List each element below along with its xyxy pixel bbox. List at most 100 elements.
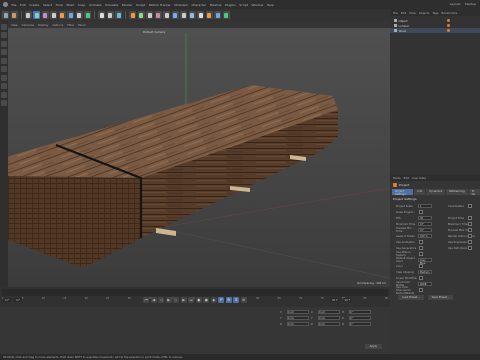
undo-icon-button[interactable] bbox=[2, 11, 9, 19]
texture-mode-icon[interactable] bbox=[1, 40, 7, 47]
attribute-menu-item[interactable]: Edit bbox=[404, 176, 409, 180]
menu-item[interactable]: Sculpt bbox=[136, 3, 145, 7]
world-icon-button[interactable] bbox=[84, 11, 91, 19]
preview-end-field[interactable]: 90 F bbox=[342, 298, 353, 302]
object-manager-menu-item[interactable]: View bbox=[409, 11, 416, 15]
param-key-icon[interactable]: ⊞ bbox=[240, 297, 247, 303]
attribute-checkbox[interactable] bbox=[468, 234, 472, 238]
menu-item[interactable]: Plugins bbox=[225, 3, 236, 7]
menu-item[interactable]: Edit bbox=[20, 3, 26, 7]
next-key-icon[interactable]: ▶ bbox=[180, 297, 187, 303]
material-tag-icon[interactable] bbox=[446, 19, 450, 22]
material-tag-icon[interactable] bbox=[446, 24, 450, 27]
go-end-icon[interactable]: ⏭ bbox=[188, 297, 195, 303]
edges-mode-icon[interactable] bbox=[1, 66, 7, 72]
attribute-field[interactable]: sRGB bbox=[418, 282, 432, 286]
attribute-checkbox[interactable] bbox=[419, 252, 423, 256]
preset-button[interactable]: Save Preset... bbox=[427, 295, 454, 300]
menu-item[interactable]: Script bbox=[239, 3, 248, 7]
layout-value[interactable]: Startup bbox=[465, 2, 476, 6]
pen-icon-button[interactable] bbox=[137, 11, 145, 19]
layout-selector[interactable]: Layout: Startup bbox=[450, 2, 476, 6]
object-row[interactable]: Wood bbox=[390, 28, 480, 33]
points-mode-icon[interactable] bbox=[1, 57, 7, 64]
move-icon-button[interactable] bbox=[33, 11, 40, 19]
object-manager-menu-item[interactable]: Tags bbox=[432, 11, 438, 15]
attribute-checkbox[interactable] bbox=[468, 246, 472, 250]
key-icon[interactable]: ◆ bbox=[210, 297, 217, 303]
coordinate-field[interactable]: 0 ° bbox=[349, 316, 371, 320]
menu-item[interactable]: Window bbox=[251, 3, 263, 7]
attribute-checkbox[interactable] bbox=[419, 264, 423, 268]
viewport-menu-item[interactable]: Options bbox=[52, 23, 63, 27]
attribute-tab[interactable]: Project Settings bbox=[392, 189, 414, 196]
menu-item[interactable]: File bbox=[12, 3, 17, 7]
attribute-checkbox[interactable] bbox=[419, 288, 423, 292]
attribute-field[interactable]: Medium bbox=[418, 270, 432, 274]
array-icon-button[interactable] bbox=[154, 11, 162, 19]
attribute-checkbox[interactable] bbox=[419, 240, 423, 244]
scale-key-icon[interactable]: S bbox=[233, 297, 240, 303]
live-select-icon-button[interactable] bbox=[24, 11, 32, 19]
attribute-checkbox[interactable] bbox=[468, 222, 472, 226]
floor-icon-button[interactable] bbox=[180, 11, 187, 19]
viewport-menu-item[interactable]: View bbox=[11, 23, 18, 27]
attribute-field[interactable]: 0 F bbox=[418, 228, 432, 232]
attribute-tab[interactable]: Info bbox=[414, 189, 426, 195]
prev-key-icon[interactable]: ◀ bbox=[150, 297, 157, 303]
object-manager-menu-item[interactable]: Edit bbox=[401, 11, 406, 15]
object-manager-menu-item[interactable]: File bbox=[393, 11, 398, 15]
camera-label[interactable]: Default Camera bbox=[143, 30, 165, 34]
apply-button[interactable]: Apply bbox=[364, 344, 382, 349]
menu-item[interactable]: Motion Tracker bbox=[149, 3, 171, 7]
menu-item[interactable]: Simulate bbox=[105, 3, 118, 7]
attribute-checkbox[interactable] bbox=[468, 204, 472, 208]
attribute-field[interactable]: Gray Blue bbox=[418, 258, 432, 265]
go-start-icon[interactable]: ⏮ bbox=[143, 297, 150, 303]
next-frame-icon[interactable]: ▷ bbox=[173, 297, 180, 303]
redo-icon-button[interactable] bbox=[10, 11, 18, 19]
grid-icon-button[interactable] bbox=[222, 11, 230, 19]
model-mode-icon[interactable] bbox=[1, 32, 7, 38]
polygons-mode-icon[interactable] bbox=[1, 74, 7, 81]
snap-icon[interactable] bbox=[1, 83, 7, 89]
coordinate-field[interactable]: 0 ° bbox=[349, 310, 371, 314]
viewport-menu-item[interactable]: Filter bbox=[67, 23, 74, 27]
menu-item[interactable]: Render bbox=[122, 3, 133, 7]
subdivision-icon-button[interactable] bbox=[146, 11, 153, 19]
x-axis-icon-button[interactable] bbox=[58, 11, 66, 19]
z-axis-icon-button[interactable] bbox=[75, 11, 83, 19]
menu-item[interactable]: Snap bbox=[78, 3, 86, 7]
attribute-checkbox[interactable] bbox=[468, 216, 472, 220]
rotate-icon-button[interactable] bbox=[50, 11, 57, 19]
cube-icon-button[interactable] bbox=[129, 11, 136, 19]
menu-item[interactable]: Pipeline bbox=[210, 3, 222, 7]
object-manager-menu-item[interactable]: Objects bbox=[419, 11, 430, 15]
attribute-menu-item[interactable]: User Data bbox=[412, 176, 426, 180]
menu-item[interactable]: Mesh bbox=[66, 3, 74, 7]
viewport-menu-item[interactable]: Cameras bbox=[22, 23, 34, 27]
coordinate-field[interactable]: 0 cm bbox=[318, 310, 340, 314]
object-manager-menu-item[interactable]: Bookmarks bbox=[442, 11, 458, 15]
autokey-icon[interactable]: ● bbox=[203, 297, 210, 303]
visibility-icon[interactable] bbox=[394, 29, 397, 32]
attribute-field[interactable]: 30 bbox=[418, 216, 432, 220]
coordinate-field[interactable]: 0 cm bbox=[287, 310, 309, 314]
rotation-key-icon[interactable]: R bbox=[225, 297, 232, 303]
preset-button[interactable]: Load Preset... bbox=[398, 295, 424, 300]
y-axis-icon-button[interactable] bbox=[67, 11, 74, 19]
viewport-menu-item[interactable]: Display bbox=[38, 23, 48, 27]
attribute-tab[interactable]: Referencing bbox=[446, 189, 468, 195]
end-frame-field[interactable]: 90 F bbox=[330, 298, 340, 302]
attribute-tab[interactable]: To Do bbox=[468, 189, 480, 196]
attribute-field[interactable]: 100 % bbox=[418, 234, 432, 238]
visibility-icon[interactable] bbox=[394, 24, 397, 27]
attribute-menu-item[interactable]: Mode bbox=[393, 176, 401, 180]
light-icon-button[interactable] bbox=[197, 11, 204, 19]
lock-icon[interactable] bbox=[1, 100, 7, 106]
camera-icon-button[interactable] bbox=[188, 11, 196, 19]
deformer-icon-button[interactable] bbox=[171, 11, 179, 19]
viewport[interactable]: Default Camera Grid Spacing : 100 cm bbox=[8, 28, 390, 287]
position-key-icon[interactable]: P bbox=[218, 297, 225, 303]
coordinate-field[interactable]: 0 cm bbox=[318, 316, 340, 320]
